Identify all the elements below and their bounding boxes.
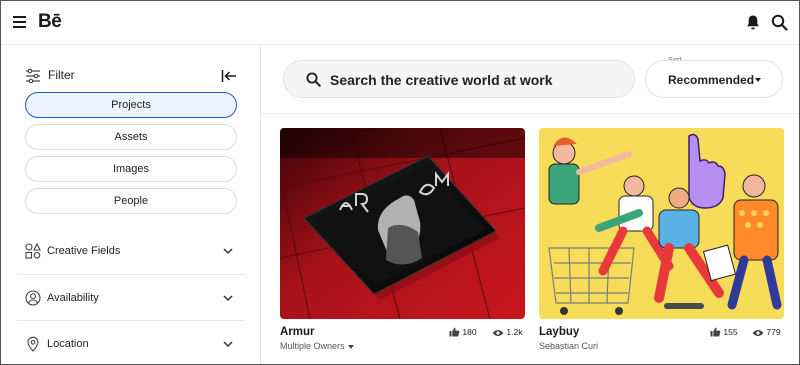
views-value: 779 <box>766 327 781 337</box>
likes-value: 155 <box>723 327 738 337</box>
likes-count: 155 <box>710 327 738 337</box>
hamburger-icon[interactable] <box>13 16 26 28</box>
section-creative-fields[interactable]: Creative Fields <box>17 228 245 274</box>
map-pin-icon <box>27 336 39 352</box>
project-thumbnail[interactable] <box>539 128 784 319</box>
top-bar: Bē <box>1 1 799 45</box>
section-label: Availability <box>47 292 99 304</box>
bell-icon[interactable] <box>745 14 761 31</box>
views-value: 1.2k <box>506 327 523 337</box>
eye-icon <box>492 330 504 336</box>
divider <box>261 113 799 114</box>
tab-images[interactable]: Images <box>25 156 237 182</box>
eye-icon <box>752 330 764 336</box>
filter-sidebar: Filter Projects Assets Images People Cre… <box>1 45 261 364</box>
tab-projects[interactable]: Projects <box>25 92 237 118</box>
sliders-icon <box>26 68 40 84</box>
project-owner-dropdown[interactable]: Multiple Owners <box>280 341 354 351</box>
thumbs-up-icon <box>710 327 721 337</box>
section-location[interactable]: Location <box>17 320 245 364</box>
section-label: Creative Fields <box>47 245 121 257</box>
section-availability[interactable]: Availability <box>17 274 245 320</box>
thumbs-up-icon <box>449 327 460 337</box>
search-placeholder: Search the creative world at work <box>330 72 553 88</box>
laybuy-cover-image <box>539 128 784 319</box>
sort-dropdown[interactable]: Recommended <box>645 60 783 98</box>
chevron-down-icon <box>223 295 233 302</box>
search-icon <box>306 72 321 87</box>
caret-down-icon <box>755 78 761 82</box>
chevron-down-icon <box>223 248 233 255</box>
section-label: Location <box>47 338 89 350</box>
person-circle-icon <box>25 290 41 306</box>
likes-value: 180 <box>462 327 477 337</box>
tab-assets[interactable]: Assets <box>25 124 237 150</box>
project-title[interactable]: Laybuy <box>539 326 579 338</box>
likes-count: 180 <box>449 327 477 337</box>
project-owner[interactable]: Sebastian Curi <box>539 341 598 351</box>
collapse-left-icon[interactable] <box>221 68 237 84</box>
caret-down-icon <box>347 344 354 349</box>
filter-label: Filter <box>48 68 75 82</box>
views-count: 779 <box>752 327 781 337</box>
project-thumbnail[interactable] <box>280 128 525 319</box>
views-count: 1.2k <box>492 327 522 337</box>
tab-people[interactable]: People <box>25 188 237 214</box>
search-input[interactable]: Search the creative world at work <box>283 60 635 98</box>
sort-value: Recommended <box>668 73 755 87</box>
shapes-icon <box>25 243 41 259</box>
search-icon[interactable] <box>771 14 788 31</box>
armur-cover-image <box>280 128 525 319</box>
owner-label: Multiple Owners <box>280 341 345 351</box>
behance-window: Bē Filter Projects Assets Images People … <box>0 0 800 365</box>
filter-header: Filter <box>25 67 239 85</box>
behance-logo[interactable]: Bē <box>38 11 62 33</box>
chevron-down-icon <box>223 341 233 348</box>
project-title[interactable]: Armur <box>280 326 315 338</box>
